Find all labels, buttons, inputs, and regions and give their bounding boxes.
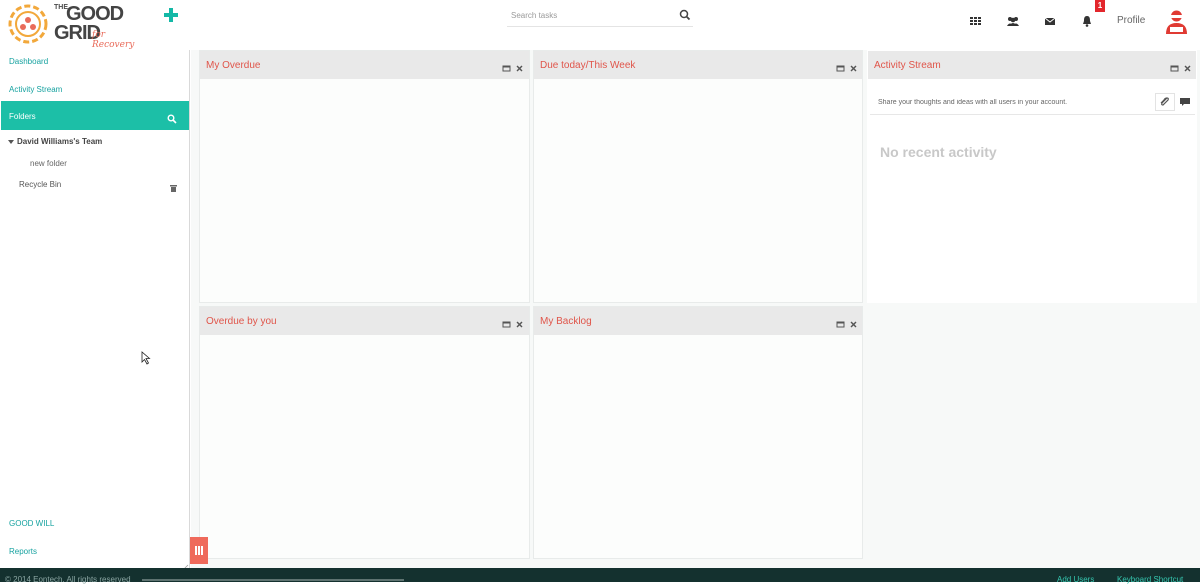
columns-icon xyxy=(195,546,203,555)
notification-count-badge: 1 xyxy=(1095,0,1105,12)
widget-activity-stream: Activity Stream No recent activity xyxy=(867,50,1197,303)
maximize-icon xyxy=(1170,65,1179,72)
sidebar-item-activity-stream[interactable]: Activity Stream xyxy=(9,85,62,94)
sidebar-item-good-will[interactable]: GOOD WILL xyxy=(9,519,54,528)
maximize-button[interactable] xyxy=(502,316,511,328)
widget-header: Activity Stream xyxy=(868,51,1196,79)
folder-search-button[interactable] xyxy=(167,111,177,124)
widget-due-today: Due today/This Week xyxy=(533,50,863,303)
widget-my-backlog: My Backlog xyxy=(533,306,863,559)
widget-title: My Overdue xyxy=(206,60,261,71)
add-task-button[interactable] xyxy=(163,4,179,24)
sidebar-item-folders[interactable]: Folders xyxy=(1,101,189,130)
grid-apps-icon xyxy=(970,17,981,25)
maximize-icon xyxy=(502,65,511,72)
widget-title: My Backlog xyxy=(540,316,592,327)
user-avatar-icon xyxy=(1166,10,1187,34)
close-icon xyxy=(850,321,857,328)
avatar[interactable] xyxy=(1163,8,1190,35)
recycle-bin-action[interactable] xyxy=(169,180,178,192)
widget-my-overdue: My Overdue xyxy=(199,50,530,303)
mail-button[interactable] xyxy=(1043,14,1057,28)
sidebar: Dashboard Activity Stream Folders David … xyxy=(0,50,190,571)
share-thoughts-input[interactable] xyxy=(878,96,1148,108)
copyright-text: © 2014 Eontech. All rights reserved xyxy=(5,575,131,584)
comment-icon xyxy=(1180,98,1190,106)
dashboard-area: My Overdue Due today/This Week Activity … xyxy=(191,50,1200,568)
search-tasks-box xyxy=(507,4,693,27)
close-icon xyxy=(516,321,523,328)
sidebar-item-reports[interactable]: Reports xyxy=(9,547,37,556)
search-icon xyxy=(167,114,177,124)
search-button[interactable] xyxy=(679,8,691,21)
sidebar-item-recycle-bin[interactable]: Recycle Bin xyxy=(19,180,61,189)
users-icon xyxy=(1007,17,1019,26)
attach-button[interactable] xyxy=(1155,93,1175,111)
maximize-button[interactable] xyxy=(836,316,845,328)
add-users-link[interactable]: Add Users xyxy=(1057,575,1094,584)
users-button[interactable] xyxy=(1006,14,1020,28)
footer: © 2014 Eontech. All rights reserved Add … xyxy=(0,568,1200,584)
notifications-button[interactable] xyxy=(1080,14,1094,28)
logo-the-text: THE xyxy=(54,4,68,11)
close-button[interactable] xyxy=(515,316,524,328)
caret-down-icon xyxy=(8,139,14,144)
maximize-button[interactable] xyxy=(836,60,845,72)
widget-title: Due today/This Week xyxy=(540,60,636,71)
widget-header: Due today/This Week xyxy=(534,51,862,79)
apps-grid-button[interactable] xyxy=(969,14,983,28)
widget-overdue-by-you: Overdue by you xyxy=(199,306,530,559)
widget-title: Overdue by you xyxy=(206,316,277,327)
paperclip-icon xyxy=(1160,97,1169,106)
maximize-icon xyxy=(836,321,845,328)
widget-header: Overdue by you xyxy=(200,307,529,335)
sidebar-toggle-button[interactable] xyxy=(190,537,208,564)
bell-icon xyxy=(1083,16,1091,27)
team-folder[interactable]: David Williams's Team xyxy=(8,137,102,146)
horizontal-scrollbar[interactable] xyxy=(142,579,404,581)
logo-subtitle: for Recovery xyxy=(92,30,135,50)
maximize-button[interactable] xyxy=(502,60,511,72)
widget-header: My Overdue xyxy=(200,51,529,79)
close-button[interactable] xyxy=(1183,60,1192,72)
close-icon xyxy=(850,65,857,72)
maximize-button[interactable] xyxy=(1170,60,1179,72)
folders-label: Folders xyxy=(9,112,36,121)
widget-title: Activity Stream xyxy=(874,60,941,71)
team-folder-label: David Williams's Team xyxy=(17,137,103,146)
the-good-grid-logo[interactable]: THE GOOD GRID for Recovery xyxy=(6,2,146,50)
maximize-icon xyxy=(502,321,511,328)
mail-icon xyxy=(1044,17,1056,25)
profile-link[interactable]: Profile xyxy=(1117,15,1145,26)
search-input[interactable] xyxy=(511,8,671,22)
mouse-cursor-icon xyxy=(141,351,151,365)
resize-grip-icon[interactable] xyxy=(182,558,189,571)
close-button[interactable] xyxy=(515,60,524,72)
close-button[interactable] xyxy=(849,60,858,72)
subfolder-new-folder[interactable]: new folder xyxy=(30,159,67,168)
close-icon xyxy=(1184,65,1191,72)
post-comment-button[interactable] xyxy=(1176,93,1194,111)
sidebar-item-dashboard[interactable]: Dashboard xyxy=(9,57,48,66)
maximize-icon xyxy=(836,65,845,72)
plus-icon xyxy=(164,8,178,22)
widget-header: My Backlog xyxy=(534,307,862,335)
close-button[interactable] xyxy=(849,316,858,328)
no-activity-message: No recent activity xyxy=(880,144,997,160)
share-thoughts-box xyxy=(870,89,1195,115)
trash-icon xyxy=(170,185,177,192)
gear-logo-icon xyxy=(8,4,48,44)
close-icon xyxy=(516,65,523,72)
search-icon xyxy=(679,9,691,21)
top-header: THE GOOD GRID for Recovery Search tasks … xyxy=(0,0,1200,50)
keyboard-shortcut-link[interactable]: Keyboard Shortcut xyxy=(1117,575,1183,584)
